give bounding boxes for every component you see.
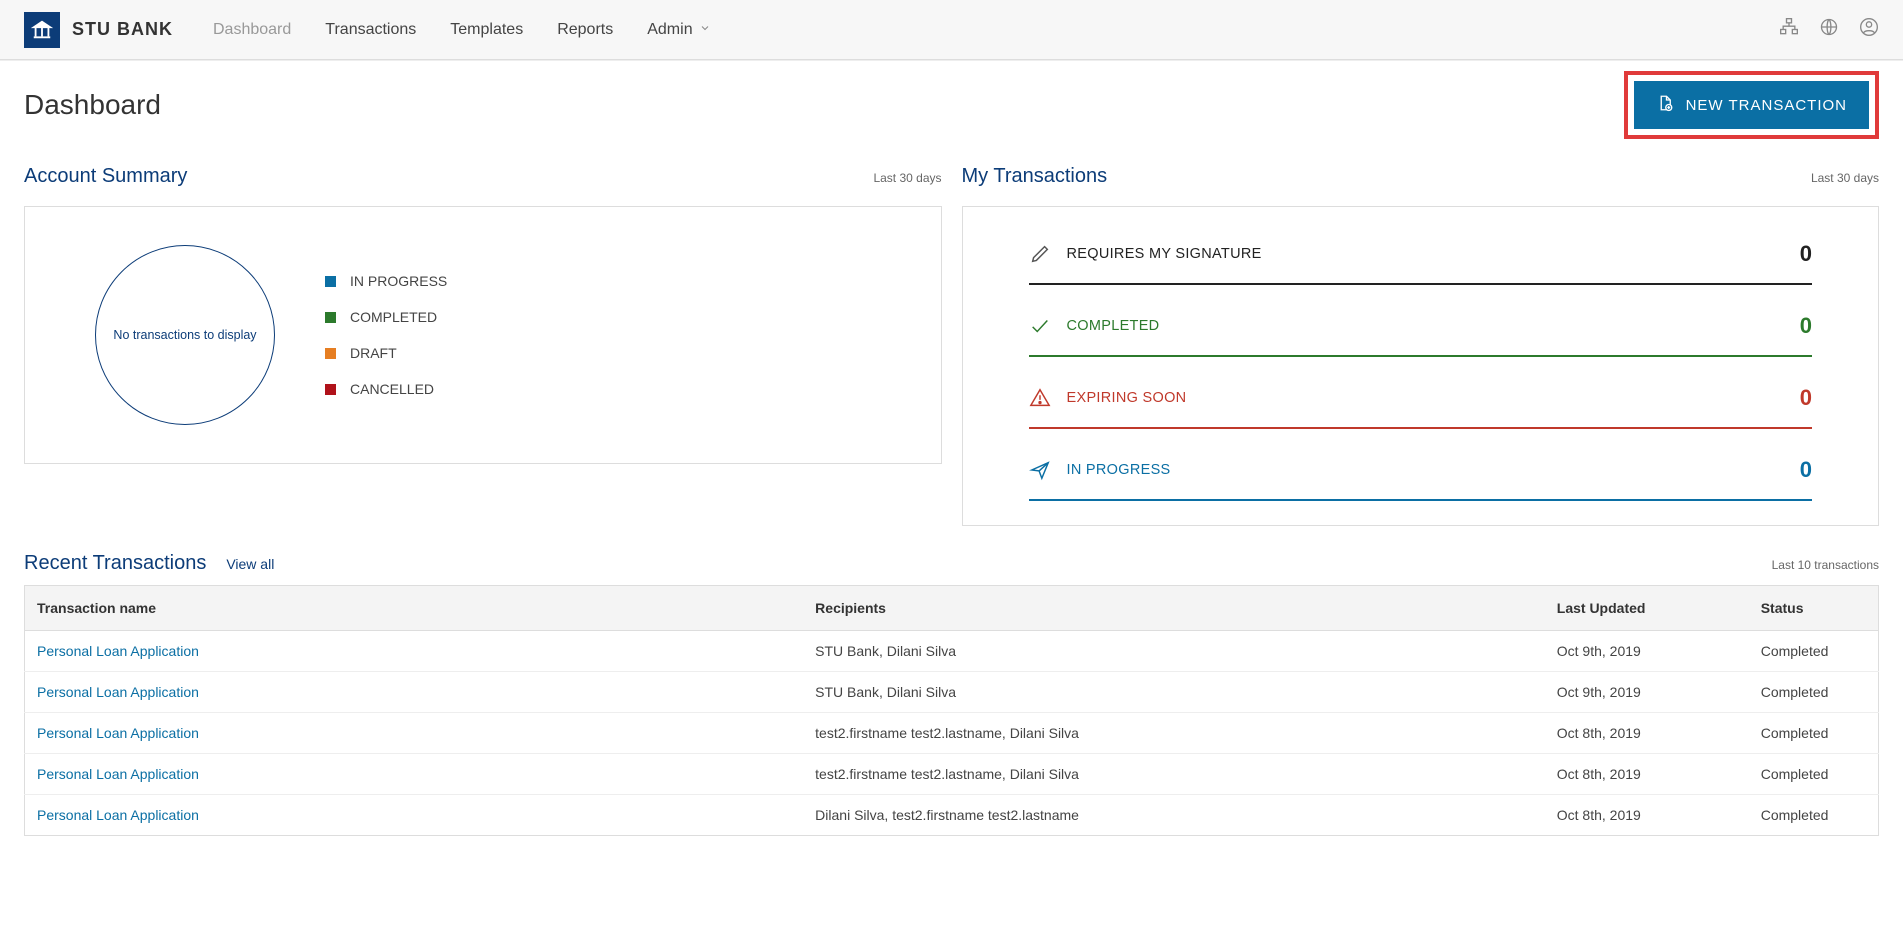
- table-row: Personal Loan Application test2.firstname…: [25, 713, 1879, 754]
- nav-label: Dashboard: [213, 21, 291, 39]
- check-icon: [1029, 315, 1051, 337]
- account-summary-title: Account Summary: [24, 165, 873, 188]
- nav-admin[interactable]: Admin: [647, 21, 710, 39]
- summary-legend: IN PROGRESS COMPLETED DRAFT CANCELL: [325, 273, 447, 397]
- recipients-cell: STU Bank, Dilani Silva: [803, 672, 1545, 713]
- legend-swatch: [325, 276, 336, 287]
- table-row: Personal Loan Application STU Bank, Dilan…: [25, 631, 1879, 672]
- legend-label: DRAFT: [350, 345, 397, 361]
- table-row: Personal Loan Application test2.firstname…: [25, 754, 1879, 795]
- transaction-link[interactable]: Personal Loan Application: [37, 725, 199, 741]
- new-transaction-button[interactable]: NEW TRANSACTION: [1634, 81, 1869, 129]
- table-row: Personal Loan Application STU Bank, Dilan…: [25, 672, 1879, 713]
- page-title: Dashboard: [24, 89, 1624, 121]
- user-icon[interactable]: [1859, 17, 1879, 42]
- legend-completed: COMPLETED: [325, 309, 447, 325]
- nav-transactions[interactable]: Transactions: [325, 21, 416, 39]
- summary-chart: No transactions to display: [95, 245, 275, 425]
- legend-swatch: [325, 348, 336, 359]
- status-cell: Completed: [1749, 754, 1879, 795]
- legend-cancelled: CANCELLED: [325, 381, 447, 397]
- nav-label: Admin: [647, 21, 692, 39]
- legend-label: CANCELLED: [350, 381, 434, 397]
- brand-name: STU BANK: [72, 19, 173, 40]
- warning-icon: [1029, 387, 1051, 409]
- metric-label: REQUIRES MY SIGNATURE: [1067, 246, 1784, 262]
- updated-cell: Oct 9th, 2019: [1545, 672, 1749, 713]
- recipients-cell: STU Bank, Dilani Silva: [803, 631, 1545, 672]
- recipients-cell: test2.firstname test2.lastname, Dilani S…: [803, 754, 1545, 795]
- document-plus-icon: [1656, 93, 1674, 117]
- nav-label: Reports: [557, 21, 613, 39]
- metric-value: 0: [1800, 385, 1812, 411]
- view-all-link[interactable]: View all: [226, 556, 274, 572]
- nav-templates[interactable]: Templates: [450, 21, 523, 39]
- new-transaction-label: NEW TRANSACTION: [1686, 97, 1847, 114]
- nav-label: Transactions: [325, 21, 416, 39]
- recent-title: Recent Transactions: [24, 552, 206, 575]
- status-cell: Completed: [1749, 795, 1879, 836]
- title-bar: Dashboard NEW TRANSACTION: [24, 71, 1879, 139]
- my-transactions-title: My Transactions: [962, 165, 1811, 188]
- my-transactions-period: Last 30 days: [1811, 171, 1879, 185]
- updated-cell: Oct 8th, 2019: [1545, 713, 1749, 754]
- metric-value: 0: [1800, 313, 1812, 339]
- recent-subtitle: Last 10 transactions: [1772, 558, 1879, 572]
- bank-icon: [24, 12, 60, 48]
- legend-draft: DRAFT: [325, 345, 447, 361]
- top-right-icons: [1779, 17, 1879, 42]
- summary-empty-text: No transactions to display: [113, 328, 256, 342]
- metric-value: 0: [1800, 241, 1812, 267]
- nav-reports[interactable]: Reports: [557, 21, 613, 39]
- metric-completed[interactable]: COMPLETED 0: [1029, 303, 1813, 357]
- metric-in-progress[interactable]: IN PROGRESS 0: [1029, 447, 1813, 501]
- brand-logo[interactable]: STU BANK: [24, 12, 173, 48]
- chevron-down-icon: [699, 22, 711, 37]
- nav-label: Templates: [450, 21, 523, 39]
- legend-label: COMPLETED: [350, 309, 437, 325]
- pencil-icon: [1029, 243, 1051, 265]
- updated-cell: Oct 9th, 2019: [1545, 631, 1749, 672]
- recipients-cell: Dilani Silva, test2.firstname test2.last…: [803, 795, 1545, 836]
- new-transaction-highlight: NEW TRANSACTION: [1624, 71, 1879, 139]
- status-cell: Completed: [1749, 713, 1879, 754]
- transaction-link[interactable]: Personal Loan Application: [37, 684, 199, 700]
- account-summary-period: Last 30 days: [873, 171, 941, 185]
- status-cell: Completed: [1749, 631, 1879, 672]
- updated-cell: Oct 8th, 2019: [1545, 795, 1749, 836]
- legend-swatch: [325, 312, 336, 323]
- transaction-link[interactable]: Personal Loan Application: [37, 807, 199, 823]
- nav-dashboard[interactable]: Dashboard: [213, 21, 291, 39]
- metric-requires-signature[interactable]: REQUIRES MY SIGNATURE 0: [1029, 231, 1813, 285]
- sitemap-icon[interactable]: [1779, 17, 1799, 42]
- legend-swatch: [325, 384, 336, 395]
- nav-links: Dashboard Transactions Templates Reports…: [213, 21, 1779, 39]
- metric-expiring-soon[interactable]: EXPIRING SOON 0: [1029, 375, 1813, 429]
- table-row: Personal Loan Application Dilani Silva, t…: [25, 795, 1879, 836]
- metric-label: EXPIRING SOON: [1067, 390, 1784, 406]
- status-cell: Completed: [1749, 672, 1879, 713]
- updated-cell: Oct 8th, 2019: [1545, 754, 1749, 795]
- paper-plane-icon: [1029, 459, 1051, 481]
- metric-value: 0: [1800, 457, 1812, 483]
- transaction-link[interactable]: Personal Loan Application: [37, 643, 199, 659]
- top-nav: STU BANK Dashboard Transactions Template…: [0, 0, 1903, 60]
- account-summary-panel: Account Summary Last 30 days No transact…: [24, 165, 942, 526]
- recent-transactions-header: Recent Transactions View all Last 10 tra…: [24, 552, 1879, 575]
- metric-label: IN PROGRESS: [1067, 462, 1784, 478]
- col-last-updated: Last Updated: [1545, 586, 1749, 631]
- recent-transactions-table: Transaction name Recipients Last Updated…: [24, 585, 1879, 836]
- transaction-link[interactable]: Personal Loan Application: [37, 766, 199, 782]
- my-transactions-panel: My Transactions Last 30 days REQUIRES MY…: [962, 165, 1880, 526]
- legend-in-progress: IN PROGRESS: [325, 273, 447, 289]
- col-recipients: Recipients: [803, 586, 1545, 631]
- legend-label: IN PROGRESS: [350, 273, 447, 289]
- col-status: Status: [1749, 586, 1879, 631]
- globe-icon[interactable]: [1819, 17, 1839, 42]
- recipients-cell: test2.firstname test2.lastname, Dilani S…: [803, 713, 1545, 754]
- metric-label: COMPLETED: [1067, 318, 1784, 334]
- col-transaction-name: Transaction name: [25, 586, 804, 631]
